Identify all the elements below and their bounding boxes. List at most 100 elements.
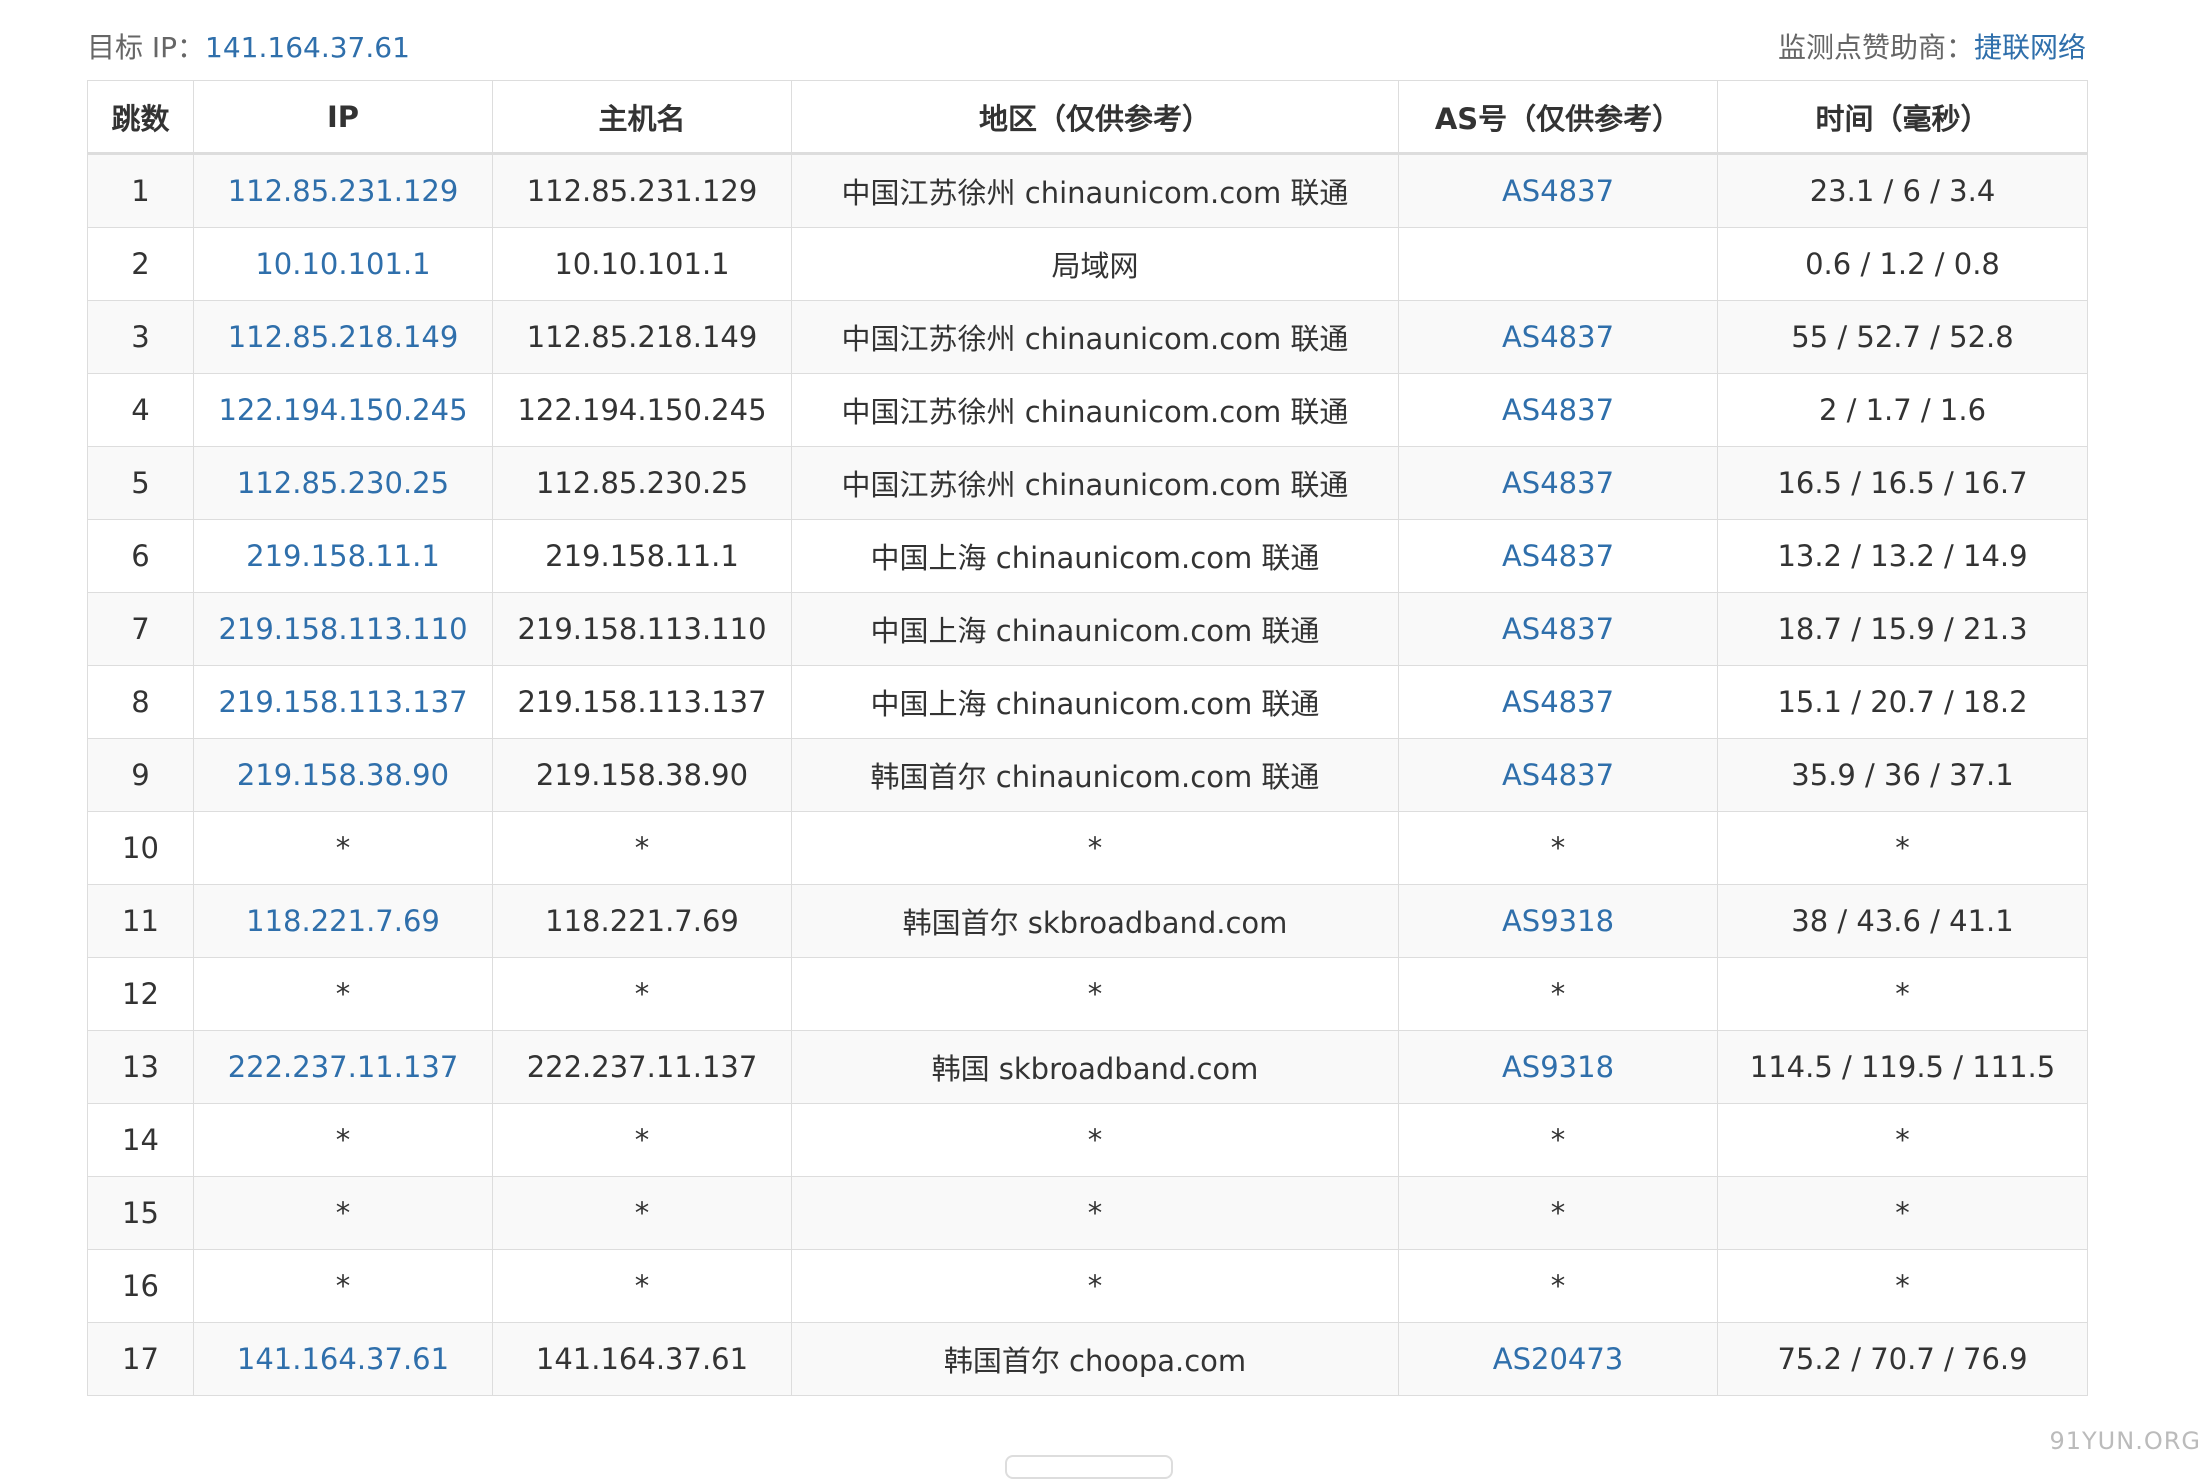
pagination-button[interactable] <box>1005 1455 1173 1479</box>
ip-link[interactable]: 219.158.113.137 <box>193 665 493 739</box>
ip-link[interactable]: 112.85.230.25 <box>193 446 493 520</box>
time-cell: 13.2 / 13.2 / 14.9 <box>1717 519 2088 593</box>
time-cell: 2 / 1.7 / 1.6 <box>1717 373 2088 447</box>
ip-link[interactable]: 219.158.113.110 <box>193 592 493 666</box>
ip-link[interactable]: 112.85.218.149 <box>193 300 493 374</box>
as-link <box>1398 227 1718 301</box>
hostname-cell: * <box>492 811 792 885</box>
hostname-cell: 112.85.230.25 <box>492 446 792 520</box>
hop-cell: 13 <box>87 1030 194 1104</box>
table-row: 1 112.85.231.129 112.85.231.129 中国江苏徐州 chin… <box>87 153 2088 228</box>
hop-cell: 7 <box>87 592 194 666</box>
sponsor-link[interactable]: 捷联网络 <box>1974 31 2086 64</box>
hop-cell: 5 <box>87 446 194 520</box>
region-cell: 中国上海 chinaunicom.com 联通 <box>791 665 1399 739</box>
hostname-cell: 219.158.113.137 <box>492 665 792 739</box>
time-cell: 16.5 / 16.5 / 16.7 <box>1717 446 2088 520</box>
hostname-cell: * <box>492 1249 792 1323</box>
as-link[interactable]: AS4837 <box>1398 738 1718 812</box>
target-ip-info: 目标 IP：141.164.37.61 <box>87 26 410 66</box>
hostname-cell: 219.158.11.1 <box>492 519 792 593</box>
target-ip-link[interactable]: 141.164.37.61 <box>205 31 410 64</box>
table-row: 8 219.158.113.137 219.158.113.137 中国上海 chin… <box>87 665 2088 739</box>
traceroute-table-body: 1 112.85.231.129 112.85.231.129 中国江苏徐州 chin… <box>87 153 2088 1396</box>
ip-link[interactable]: 118.221.7.69 <box>193 884 493 958</box>
ip-link[interactable]: 122.194.150.245 <box>193 373 493 447</box>
as-link[interactable]: AS4837 <box>1398 519 1718 593</box>
table-row: 7 219.158.113.110 219.158.113.110 中国上海 chin… <box>87 592 2088 666</box>
as-link[interactable]: AS4837 <box>1398 592 1718 666</box>
hop-cell: 8 <box>87 665 194 739</box>
region-cell: 中国江苏徐州 chinaunicom.com 联通 <box>791 153 1399 228</box>
target-ip-label: 目标 IP： <box>87 31 206 64</box>
table-row: 2 10.10.101.1 10.10.101.1 局域网 0.6 / 1.2 / 0.… <box>87 227 2088 301</box>
time-cell: * <box>1717 1249 2088 1323</box>
as-link[interactable]: AS4837 <box>1398 665 1718 739</box>
table-row: 16 * * * * * <box>87 1249 2088 1323</box>
region-cell: 韩国首尔 skbroadband.com <box>791 884 1399 958</box>
ip-link[interactable]: 219.158.11.1 <box>193 519 493 593</box>
table-row: 6 219.158.11.1 219.158.11.1 中国上海 chinaunico… <box>87 519 2088 593</box>
hostname-cell: 112.85.231.129 <box>492 153 792 228</box>
watermark: 91YUN.ORG <box>2049 1427 2201 1455</box>
header-ip: IP <box>193 80 493 155</box>
region-cell: 局域网 <box>791 227 1399 301</box>
table-row: 11 118.221.7.69 118.221.7.69 韩国首尔 skbroadba… <box>87 884 2088 958</box>
table-row: 10 * * * * * <box>87 811 2088 885</box>
sponsor-info: 监测点赞助商：捷联网络 <box>1778 26 2086 66</box>
ip-link[interactable]: 141.164.37.61 <box>193 1322 493 1396</box>
traceroute-table: 跳数 IP 主机名 地区（仅供参考） AS号（仅供参考） 时间（毫秒） 1 112… <box>87 80 2088 1396</box>
table-row: 15 * * * * * <box>87 1176 2088 1250</box>
time-cell: 23.1 / 6 / 3.4 <box>1717 153 2088 228</box>
hop-cell: 14 <box>87 1103 194 1177</box>
time-cell: 55 / 52.7 / 52.8 <box>1717 300 2088 374</box>
as-link[interactable]: AS4837 <box>1398 153 1718 228</box>
as-link[interactable]: AS4837 <box>1398 446 1718 520</box>
hostname-cell: 219.158.38.90 <box>492 738 792 812</box>
ip-link[interactable]: 10.10.101.1 <box>193 227 493 301</box>
hostname-cell: 10.10.101.1 <box>492 227 792 301</box>
ip-link[interactable]: 219.158.38.90 <box>193 738 493 812</box>
ip-link[interactable]: 222.237.11.137 <box>193 1030 493 1104</box>
hop-cell: 9 <box>87 738 194 812</box>
header-hop: 跳数 <box>87 80 194 155</box>
time-cell: 38 / 43.6 / 41.1 <box>1717 884 2088 958</box>
region-cell: * <box>791 1103 1399 1177</box>
hostname-cell: 222.237.11.137 <box>492 1030 792 1104</box>
time-cell: * <box>1717 1103 2088 1177</box>
table-row: 3 112.85.218.149 112.85.218.149 中国江苏徐州 chin… <box>87 300 2088 374</box>
table-row: 12 * * * * * <box>87 957 2088 1031</box>
hostname-cell: 219.158.113.110 <box>492 592 792 666</box>
as-link[interactable]: AS4837 <box>1398 300 1718 374</box>
header-region: 地区（仅供参考） <box>791 80 1399 155</box>
header-as: AS号（仅供参考） <box>1398 80 1718 155</box>
table-row: 14 * * * * * <box>87 1103 2088 1177</box>
region-cell: * <box>791 957 1399 1031</box>
as-link[interactable]: AS20473 <box>1398 1322 1718 1396</box>
as-link: * <box>1398 1249 1718 1323</box>
region-cell: 韩国首尔 chinaunicom.com 联通 <box>791 738 1399 812</box>
hop-cell: 3 <box>87 300 194 374</box>
hop-cell: 2 <box>87 227 194 301</box>
time-cell: * <box>1717 1176 2088 1250</box>
region-cell: 中国上海 chinaunicom.com 联通 <box>791 592 1399 666</box>
ip-link: * <box>193 1176 493 1250</box>
as-link[interactable]: AS4837 <box>1398 373 1718 447</box>
as-link: * <box>1398 1103 1718 1177</box>
region-cell: 韩国 skbroadband.com <box>791 1030 1399 1104</box>
header-row: 跳数 IP 主机名 地区（仅供参考） AS号（仅供参考） 时间（毫秒） <box>87 80 2088 155</box>
ip-link: * <box>193 957 493 1031</box>
hostname-cell: * <box>492 957 792 1031</box>
hostname-cell: * <box>492 1176 792 1250</box>
hop-cell: 4 <box>87 373 194 447</box>
ip-link[interactable]: 112.85.231.129 <box>193 153 493 228</box>
hop-cell: 11 <box>87 884 194 958</box>
hostname-cell: * <box>492 1103 792 1177</box>
as-link: * <box>1398 1176 1718 1250</box>
time-cell: * <box>1717 811 2088 885</box>
header-time: 时间（毫秒） <box>1717 80 2088 155</box>
region-cell: 中国江苏徐州 chinaunicom.com 联通 <box>791 446 1399 520</box>
time-cell: 0.6 / 1.2 / 0.8 <box>1717 227 2088 301</box>
as-link[interactable]: AS9318 <box>1398 884 1718 958</box>
as-link[interactable]: AS9318 <box>1398 1030 1718 1104</box>
